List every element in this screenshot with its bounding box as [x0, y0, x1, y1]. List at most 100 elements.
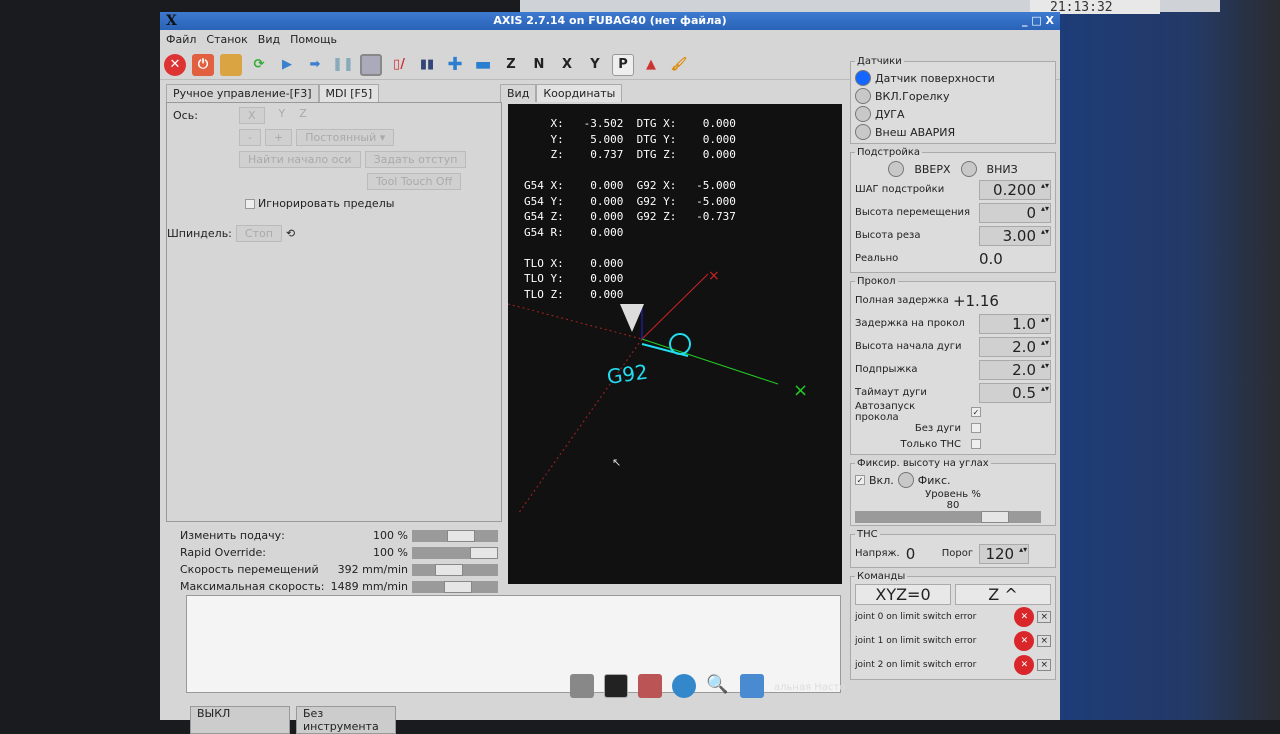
spindle-stop-button[interactable]: Стоп	[235, 225, 282, 242]
view-x-icon[interactable]: X	[556, 54, 578, 76]
browser-icon[interactable]	[672, 674, 696, 698]
terminal-icon[interactable]	[604, 674, 628, 698]
step-icon[interactable]: ➡	[304, 54, 326, 76]
sensor-led	[855, 106, 871, 122]
pierce-field-label: Задержка на прокол	[855, 318, 965, 329]
dismiss-error-button[interactable]: ×	[1037, 635, 1051, 647]
override-slider-handle[interactable]	[435, 563, 464, 576]
z-up-button[interactable]: Z ^	[955, 584, 1051, 605]
override-value: 392 mm/min	[337, 563, 408, 576]
pierce-checkbox[interactable]: ✓	[971, 407, 981, 417]
spindle-reverse-icon[interactable]: ⟲	[286, 227, 295, 240]
pierce-field-spinbox[interactable]: 2.0	[979, 336, 1051, 357]
tab-view[interactable]: Вид	[500, 84, 537, 102]
touch-off-button[interactable]: Задать отступ	[364, 151, 467, 168]
ignore-limits-checkbox[interactable]	[245, 198, 255, 209]
taskbar-window-label[interactable]: альная Насто	[774, 674, 845, 702]
override-slider-handle[interactable]	[470, 546, 498, 559]
sensor-item: ДУГА	[855, 105, 1051, 123]
book-icon[interactable]	[638, 674, 662, 698]
corner-enable-checkbox[interactable]: ✓	[855, 475, 865, 485]
tab-mdi[interactable]: MDI [F5]	[318, 84, 380, 102]
menu-machine[interactable]: Станок	[206, 33, 247, 47]
clear-icon[interactable]: 🖌	[668, 54, 690, 76]
view-z-icon[interactable]: Z	[500, 54, 522, 76]
pierce-legend: Прокол	[857, 276, 896, 287]
xyz-zero-button[interactable]: XYZ=0	[855, 584, 951, 605]
dismiss-error-button[interactable]: ×	[1037, 659, 1051, 671]
menu-file[interactable]: Файл	[166, 33, 196, 47]
axis-label: Ось:	[173, 109, 198, 122]
open-icon[interactable]	[220, 53, 242, 76]
manual-control-panel: Ручное управление-[F3] MDI [F5] Ось: X Y…	[166, 84, 502, 524]
preview-panel: Вид Координаты X: -3.502 DTG X: 0.000 Y:…	[500, 84, 842, 584]
g92-label: G92	[605, 359, 649, 388]
rotate-icon[interactable]: ▲	[640, 54, 662, 76]
threshold-spinbox[interactable]: 120	[979, 543, 1030, 564]
spindle-label: Шпиндель:	[167, 227, 232, 240]
pierce-field-spinbox[interactable]: 2.0	[979, 359, 1051, 380]
view-p-icon[interactable]: P	[612, 53, 634, 76]
override-slider[interactable]	[412, 580, 498, 593]
machine-status: ВЫКЛ	[190, 706, 290, 734]
run-icon[interactable]: ▶	[276, 54, 298, 76]
power-icon[interactable]: ⏻	[192, 53, 214, 76]
override-slider[interactable]	[412, 563, 498, 576]
zoom-in-icon[interactable]: ✚	[444, 54, 466, 76]
jog-plus-button[interactable]: +	[264, 129, 293, 146]
desktop-icon[interactable]	[570, 674, 594, 698]
axis-x-radio[interactable]: X	[239, 107, 265, 124]
zoom-out-icon[interactable]: ▬	[472, 54, 494, 76]
up-label: ВВЕРХ	[914, 162, 951, 176]
menu-help[interactable]: Помощь	[290, 33, 337, 47]
gl-preview[interactable]: X: -3.502 DTG X: 0.000 Y: 5.000 DTG Y: 0…	[508, 104, 842, 584]
view-y-icon[interactable]: Y	[584, 54, 606, 76]
axis-z-radio[interactable]: Z	[299, 107, 307, 124]
level-slider[interactable]	[855, 511, 1041, 523]
cut-height-spinbox[interactable]: 3.00	[979, 225, 1051, 246]
view-z2-icon[interactable]: N	[528, 54, 550, 76]
sensor-item: Внеш АВАРИЯ	[855, 123, 1051, 141]
tab-manual[interactable]: Ручное управление-[F3]	[166, 84, 319, 102]
override-slider-handle[interactable]	[443, 580, 472, 593]
override-slider[interactable]	[412, 546, 498, 559]
home-axis-button[interactable]: Найти начало оси	[239, 151, 361, 168]
stop-icon[interactable]	[360, 53, 382, 76]
search-icon[interactable]: 🔍	[706, 674, 730, 698]
corner-lock-legend: Фиксир. высоту на углах	[857, 458, 989, 469]
block-delete-icon[interactable]: ▯/	[388, 54, 410, 76]
folder-icon[interactable]	[740, 674, 764, 698]
pierce-checkbox[interactable]	[971, 439, 981, 449]
pause-icon[interactable]: ❚❚	[332, 54, 354, 76]
pierce-field: Высота начала дуги 2.0	[855, 335, 1051, 358]
menu-view[interactable]: Вид	[258, 33, 280, 47]
plasma-panel: Датчики Датчик поверхности ВКЛ.Горелку ДУГ…	[850, 56, 1056, 683]
pierce-field-spinbox[interactable]: 0.5	[979, 382, 1051, 403]
window-controls[interactable]: _ □ X	[1022, 12, 1054, 30]
estop-icon[interactable]: ✕	[164, 53, 186, 76]
tool-touch-off-button[interactable]: Tool Touch Off	[367, 173, 462, 190]
reload-icon[interactable]: ⟳	[248, 54, 270, 76]
jog-minus-button[interactable]: -	[239, 129, 261, 146]
override-slider-handle[interactable]	[446, 529, 475, 542]
thc-legend: THC	[857, 529, 878, 540]
override-label: Rapid Override:	[180, 546, 266, 559]
voltage-value: 0	[905, 544, 916, 563]
optional-stop-icon[interactable]: ▮▮	[416, 54, 438, 76]
dismiss-error-button[interactable]: ×	[1037, 611, 1051, 623]
level-slider-handle[interactable]	[981, 511, 1010, 523]
pierce-field-label: Высота начала дуги	[855, 341, 962, 352]
pierce-checkbox[interactable]	[971, 423, 981, 433]
axis-y-radio[interactable]: Y	[279, 107, 286, 124]
override-slider[interactable]	[412, 529, 498, 542]
pierce-field-spinbox[interactable]: 1.0	[979, 313, 1051, 334]
sensors-legend: Датчики	[857, 56, 902, 67]
jog-mode-select[interactable]: Постоянный ▾	[296, 129, 395, 146]
taskbar-icons: 🔍 альная Насто	[570, 674, 845, 702]
error-notification: joint 1 on limit switch error ✕ ×	[855, 629, 1051, 653]
travel-height-spinbox[interactable]: 0	[979, 202, 1051, 223]
x-axis-line	[641, 338, 779, 385]
tab-coordinates[interactable]: Координаты	[536, 84, 623, 102]
step-spinbox[interactable]: 0.200	[979, 179, 1051, 200]
pierce-check-label: Только THC	[900, 438, 961, 450]
